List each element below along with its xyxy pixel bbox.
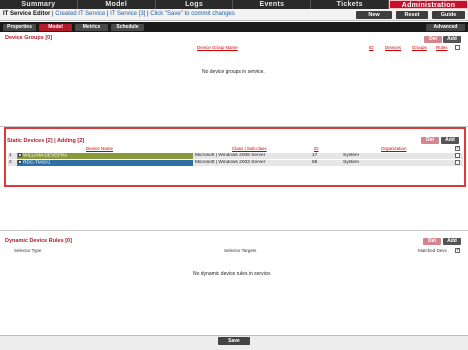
device-groups-empty-message: No device groups in service. <box>202 69 265 75</box>
tab-tickets[interactable]: Tickets <box>311 0 390 9</box>
organization-cell: System <box>343 160 359 165</box>
dynamic-rules-title: Dynamic Device Rules [0] <box>5 238 72 244</box>
editor-bar: IT Service Editor | Created IT Service |… <box>0 9 468 21</box>
static-devices-del-button[interactable]: Del <box>421 137 439 144</box>
server-icon <box>18 160 22 164</box>
col-group-rules[interactable]: Rules <box>436 45 448 50</box>
subtab-model[interactable]: Model <box>39 24 72 31</box>
col-group-devices[interactable]: Devices <box>385 45 401 50</box>
tab-logs[interactable]: Logs <box>156 0 234 9</box>
id-cell: 85 <box>312 160 318 165</box>
col-group-id[interactable]: ID <box>369 45 374 50</box>
organization-cell: System <box>343 153 359 158</box>
dynamic-rules-select-all-checkbox[interactable] <box>455 247 460 253</box>
server-icon <box>18 153 22 157</box>
tab-administration[interactable]: Administration <box>389 0 468 9</box>
tab-model[interactable]: Model <box>78 0 156 9</box>
id-cell: 17 <box>312 153 318 158</box>
created-link[interactable]: Created IT Service <box>55 11 105 17</box>
save-note: Click "Save" to commit changes <box>150 11 235 17</box>
col-class-subclass[interactable]: Class | Sub-class <box>232 146 267 151</box>
row-index: 2 <box>9 160 12 165</box>
col-group-groups[interactable]: Groups <box>412 45 427 50</box>
dynamic-rules-empty-message: No dynamic device rules in service. <box>193 271 272 277</box>
device-name[interactable]: WILLIAM-DEVEPRA <box>23 153 67 158</box>
new-button[interactable]: New <box>356 11 392 19</box>
device-name-cell[interactable]: RDC-TMS01 <box>17 160 193 166</box>
dynamic-rules-del-button[interactable]: Del <box>423 238 441 245</box>
device-groups-title: Device Groups [0] <box>5 35 53 41</box>
subtab-metrics[interactable]: Metrics <box>75 24 108 31</box>
service-link[interactable]: IT Service [3] <box>110 11 145 17</box>
subtab-schedule[interactable]: Schedule <box>111 24 144 31</box>
table-row[interactable]: 2 RDC-TMS01 Microsoft | Windows 2003 Ser… <box>8 160 463 166</box>
col-selector-type: Selector Type <box>14 248 42 253</box>
class-cell: Microsoft | Windows 2003 Server <box>195 160 266 165</box>
col-device-group-name[interactable]: Device Group Name <box>197 45 238 50</box>
breadcrumb: IT Service Editor | Created IT Service |… <box>3 11 235 17</box>
static-devices-select-all-checkbox[interactable] <box>455 145 460 151</box>
device-name-cell[interactable]: WILLIAM-DEVEPRA <box>17 153 193 159</box>
save-button[interactable]: Save <box>218 337 250 345</box>
section-divider <box>0 230 468 231</box>
device-name[interactable]: RDC-TMS01 <box>23 160 50 165</box>
col-matched-devs: Matched Devs <box>418 248 447 253</box>
tab-events[interactable]: Events <box>233 0 312 9</box>
static-devices-title: Static Devices [2] | Adding [2] <box>7 138 85 144</box>
editor-title: IT Service Editor <box>3 11 51 17</box>
class-cell: Microsoft | Windows 2008 Server <box>195 153 266 158</box>
top-navigation: Summary Model Logs Events Tickets Admini… <box>0 0 468 9</box>
col-selector-targets: Selector Targets <box>224 248 257 253</box>
device-groups-select-all-checkbox[interactable] <box>455 45 460 50</box>
col-organization[interactable]: Organization <box>381 146 407 151</box>
row-checkbox[interactable] <box>455 153 460 158</box>
reset-button[interactable]: Reset <box>396 11 428 19</box>
device-groups-add-button[interactable]: Add <box>443 36 461 43</box>
tab-summary[interactable]: Summary <box>0 0 78 9</box>
subtab-advanced[interactable]: Advanced <box>426 24 465 31</box>
guide-button[interactable]: Guide <box>432 11 465 19</box>
device-groups-del-button[interactable]: Del <box>424 36 442 43</box>
subtab-properties[interactable]: Properties <box>3 24 36 31</box>
static-devices-add-button[interactable]: Add <box>441 137 459 144</box>
table-row[interactable]: 1 WILLIAM-DEVEPRA Microsoft | Windows 20… <box>8 153 463 159</box>
col-device-name[interactable]: Device Name <box>86 146 113 151</box>
row-checkbox[interactable] <box>455 160 460 165</box>
row-index: 1 <box>9 153 12 158</box>
sub-tabs: Properties Model Metrics Schedule Advanc… <box>0 22 468 32</box>
dynamic-rules-add-button[interactable]: Add <box>443 238 461 245</box>
col-device-id[interactable]: ID <box>314 146 319 151</box>
